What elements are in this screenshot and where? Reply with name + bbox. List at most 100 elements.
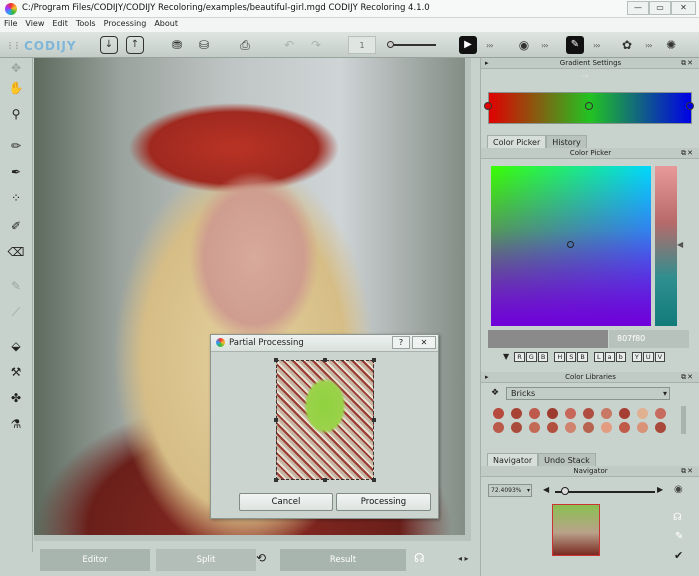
eraser-icon[interactable]: ⌫ <box>4 242 28 262</box>
tab-navigator[interactable]: Navigator <box>487 453 539 466</box>
library-swatch[interactable] <box>547 408 558 419</box>
zoom-in-arrow[interactable]: ▶ <box>657 485 663 494</box>
panel-float-close-icon[interactable]: ⧉✕ <box>681 372 694 382</box>
hue-handle-icon[interactable]: ◀ <box>677 240 683 249</box>
tab-color-picker[interactable]: Color Picker <box>487 135 547 148</box>
gradient-stop-green[interactable] <box>585 102 593 110</box>
swap-icon[interactable]: ⟲ <box>256 551 266 565</box>
pen-disabled-icon[interactable]: ✎ <box>4 276 28 296</box>
library-swatch[interactable] <box>637 408 648 419</box>
selection-handle[interactable] <box>274 418 278 422</box>
gear-icon[interactable]: ✺ <box>662 36 680 54</box>
library-swatch[interactable] <box>601 422 612 433</box>
cancel-button[interactable]: Cancel <box>239 493 333 511</box>
help-button[interactable]: ? <box>392 336 410 349</box>
mode-dropdown-icon[interactable]: ▼ <box>503 352 509 361</box>
eyedropper-icon[interactable]: ⚗ <box>4 414 28 434</box>
selection-handle[interactable] <box>372 478 376 482</box>
mode-r[interactable]: R <box>514 352 525 362</box>
magnifier-icon[interactable]: ⚲ <box>4 104 28 124</box>
selection-handle[interactable] <box>323 358 327 362</box>
gradient-stop-blue[interactable] <box>686 102 694 110</box>
eye-icon[interactable]: ◉ <box>515 36 533 54</box>
hex-value[interactable]: 807f80 <box>609 330 689 348</box>
tab-history[interactable]: History <box>546 135 587 148</box>
mode-b2[interactable]: B <box>577 352 588 362</box>
minimize-button[interactable]: — <box>627 1 649 15</box>
redo-icon[interactable]: ↷ <box>307 36 325 54</box>
library-swatch[interactable] <box>547 422 558 433</box>
mode-v[interactable]: V <box>654 352 666 362</box>
export-icon[interactable]: ↑ <box>126 36 144 54</box>
mode-lab-b[interactable]: b <box>615 352 626 362</box>
library-swatch[interactable] <box>601 408 612 419</box>
menu-tools[interactable]: Tools <box>72 18 100 29</box>
brush-icon[interactable]: ✎ <box>675 531 683 542</box>
tab-undo-stack[interactable]: Undo Stack <box>538 453 596 466</box>
panel-float-close-icon[interactable]: ⧉✕ <box>681 466 694 476</box>
scroll-arrows-icon[interactable]: ◂ ▸ <box>458 554 469 563</box>
library-swatch[interactable] <box>565 422 576 433</box>
library-swatch[interactable] <box>655 422 666 433</box>
save-preset-icon[interactable]: ⛃ <box>168 36 186 54</box>
vertical-scrollbar[interactable] <box>465 58 471 541</box>
mode-a[interactable]: a <box>604 352 615 362</box>
mode-l[interactable]: L <box>593 352 604 362</box>
library-select[interactable]: Bricks ▾ <box>506 387 670 400</box>
pencil-icon[interactable]: ✏ <box>4 136 28 156</box>
library-swatch[interactable] <box>511 408 522 419</box>
line-disabled-icon[interactable]: ⟋ <box>4 302 28 322</box>
play-icon[interactable]: ▶ <box>459 36 477 54</box>
undo-icon[interactable]: ↶ <box>280 36 298 54</box>
library-swatch[interactable] <box>529 408 540 419</box>
close-button[interactable]: ✕ <box>671 1 696 15</box>
mode-g[interactable]: G <box>525 352 537 362</box>
processing-button[interactable]: Processing <box>336 493 431 511</box>
mode-y[interactable]: Y <box>631 352 642 362</box>
navigator-thumbnail[interactable] <box>552 504 600 556</box>
library-scrollbar[interactable] <box>681 406 686 434</box>
maximize-button[interactable]: ▭ <box>649 1 671 15</box>
compare-icon[interactable]: ☊ <box>673 512 682 523</box>
recolor-brush-icon[interactable]: ✎ <box>566 36 584 54</box>
mode-s[interactable]: S <box>566 352 577 362</box>
settings-icon[interactable]: ✿ <box>618 36 636 54</box>
menu-edit[interactable]: Edit <box>48 18 72 29</box>
picker-cursor[interactable] <box>567 241 574 248</box>
selection-handle[interactable] <box>372 358 376 362</box>
menu-about[interactable]: About <box>150 18 182 29</box>
library-swatch[interactable] <box>619 422 630 433</box>
brush-icon[interactable]: ✒ <box>4 162 28 182</box>
tab-split[interactable]: Split <box>156 549 256 571</box>
fill-icon[interactable]: ⬙ <box>4 336 28 356</box>
zoom-slider[interactable] <box>388 44 436 46</box>
library-swatch[interactable] <box>655 408 666 419</box>
library-swatch[interactable] <box>619 408 630 419</box>
selection-handle[interactable] <box>323 478 327 482</box>
eye-icon[interactable]: ◉ <box>674 484 683 495</box>
library-swatch[interactable] <box>583 408 594 419</box>
print-icon[interactable]: ⎙ <box>236 36 254 54</box>
page-number-box[interactable]: 1 <box>348 36 376 54</box>
selection-handle[interactable] <box>274 358 278 362</box>
compare-icon[interactable]: ☊ <box>414 551 425 565</box>
import-icon[interactable]: ↓ <box>100 36 118 54</box>
tab-editor[interactable]: Editor <box>40 549 150 571</box>
dialog-close-button[interactable]: ✕ <box>412 336 436 349</box>
tab-result[interactable]: Result <box>280 549 406 571</box>
hammer-icon[interactable]: ⚒ <box>4 362 28 382</box>
checkmark-icon[interactable]: ✔ <box>674 549 683 562</box>
library-swatch[interactable] <box>637 422 648 433</box>
zoom-select[interactable]: 72.4093% ▾ <box>488 484 532 497</box>
library-swatch[interactable] <box>565 408 576 419</box>
horizontal-scrollbar[interactable] <box>34 535 471 541</box>
zoom-out-arrow[interactable]: ◀ <box>543 485 549 494</box>
colorize-icon[interactable]: ✤ <box>4 388 28 408</box>
menu-file[interactable]: File <box>0 18 21 29</box>
gradient-stop-red[interactable] <box>484 102 492 110</box>
move-icon[interactable]: ✥ <box>4 58 28 78</box>
navigator-zoom-slider[interactable] <box>555 491 655 493</box>
mode-h[interactable]: H <box>554 352 566 362</box>
selection-handle[interactable] <box>274 478 278 482</box>
menu-view[interactable]: View <box>21 18 48 29</box>
